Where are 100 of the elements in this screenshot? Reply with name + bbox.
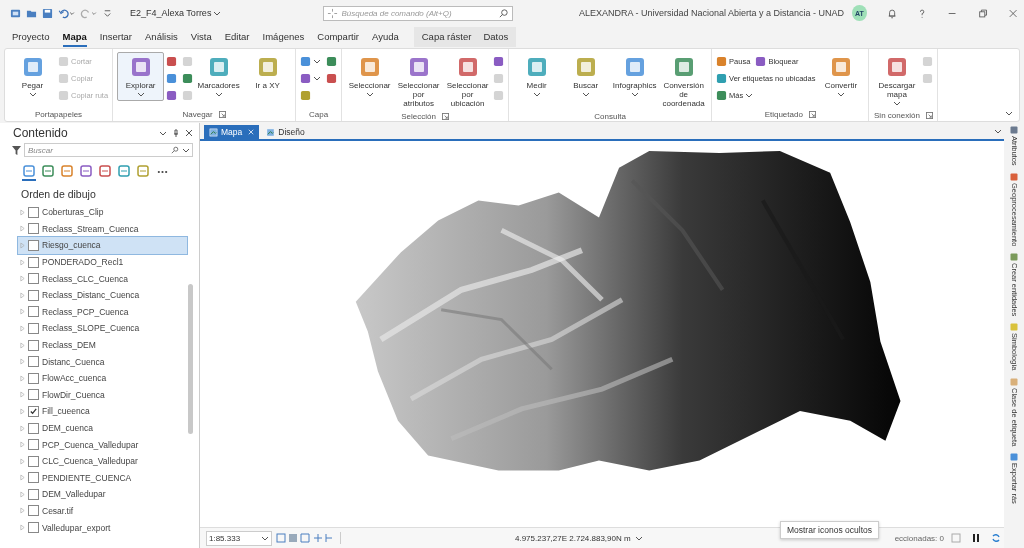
checkbox[interactable]: [28, 206, 39, 218]
caret-icon[interactable]: [159, 129, 167, 137]
checkbox[interactable]: [28, 522, 39, 534]
checkbox[interactable]: [28, 488, 39, 500]
layer-item[interactable]: Distanc_Cuenca: [18, 353, 187, 370]
checkbox[interactable]: [28, 240, 39, 251]
ribbon-tab[interactable]: Editar: [224, 27, 250, 47]
checkbox[interactable]: [28, 372, 39, 384]
ribbon-button[interactable]: Seleccionar: [346, 52, 394, 102]
tool-button[interactable]: [326, 54, 338, 68]
ribbon-button[interactable]: Marcadores: [195, 52, 243, 102]
layer-item[interactable]: DEM_cuenca: [18, 419, 187, 437]
layer-item[interactable]: PONDERADO_Recl1: [18, 253, 187, 271]
layer-item[interactable]: FlowDir_Cuenca: [18, 386, 187, 404]
ribbon-button[interactable]: Seleccionar por atributos: [395, 52, 443, 112]
contextual-tab[interactable]: Capa ráster: [421, 27, 472, 47]
layer-item[interactable]: Valledupar_export: [18, 519, 187, 536]
ribbon-tab[interactable]: Mapa: [62, 27, 87, 47]
ribbon-button[interactable]: Descargar mapa: [873, 52, 921, 111]
layer-item[interactable]: Reclass_PCP_Cuenca: [18, 303, 187, 321]
ribbon-button[interactable]: Pegar: [9, 52, 56, 102]
checkbox[interactable]: [28, 322, 39, 334]
expand-icon[interactable]: [20, 507, 25, 515]
pin-icon[interactable]: [172, 129, 180, 137]
layer-item[interactable]: Reclass_Distanc_Cuenca: [18, 286, 187, 304]
ribbon-tab[interactable]: Proyecto: [12, 27, 50, 47]
checkbox[interactable]: [28, 223, 39, 235]
checkbox[interactable]: [28, 339, 39, 351]
ribbon-button[interactable]: Infographics: [611, 52, 659, 102]
layer-item[interactable]: PCP_Cuenca_Valledupar: [18, 436, 187, 453]
checkbox[interactable]: [28, 356, 39, 368]
checkbox[interactable]: [28, 422, 39, 434]
layer-item[interactable]: Reclass_CLC_Cuenca: [18, 270, 187, 287]
ribbon-tab[interactable]: Análisis: [145, 27, 178, 47]
contextual-tab[interactable]: Datos: [483, 27, 509, 47]
scale-field[interactable]: 1:85.333: [206, 530, 272, 546]
tool-button[interactable]: [300, 71, 322, 85]
collapse-icon[interactable]: [1005, 109, 1013, 117]
pause-icon[interactable]: [971, 533, 981, 543]
layer-item[interactable]: Reclass_DEM: [18, 336, 187, 354]
ribbon-tab[interactable]: Vista: [190, 27, 212, 47]
checkbox[interactable]: [28, 289, 39, 301]
caret-icon[interactable]: [634, 534, 643, 542]
expand-icon[interactable]: [20, 341, 25, 349]
customize-icon[interactable]: [102, 7, 113, 19]
caret-icon[interactable]: [994, 127, 1002, 135]
checkbox[interactable]: [28, 389, 39, 401]
checkbox[interactable]: [28, 505, 39, 517]
ribbon-button[interactable]: Explorar: [117, 52, 165, 102]
search-field[interactable]: Buscar: [24, 143, 193, 157]
ribbon-tab[interactable]: Ayuda: [372, 27, 399, 47]
ribbon-button[interactable]: Convertir: [817, 52, 865, 102]
layer-item[interactable]: PENDIENTE_CUENCA: [18, 469, 187, 487]
document-tab[interactable]: Diseño: [261, 125, 310, 139]
ribbon-tab[interactable]: Compartir: [317, 27, 359, 47]
app-icon[interactable]: [10, 7, 21, 19]
checkbox[interactable]: [28, 273, 39, 285]
layer-item[interactable]: Fill_cueenca: [18, 403, 187, 420]
more-icon[interactable]: [157, 170, 168, 174]
ribbon-button[interactable]: Seleccionar por ubicación: [444, 52, 492, 112]
layer-item[interactable]: Reclass_SLOPE_Cuenca: [18, 320, 187, 337]
ribbon-button[interactable]: Conversión de coordenada: [660, 52, 708, 112]
tool-button[interactable]: [493, 54, 505, 68]
layer-item[interactable]: Coberturas_Clip: [18, 204, 187, 221]
refresh-icon[interactable]: [991, 533, 1001, 543]
command-search-field[interactable]: Búsqueda de comando (Alt+Q): [322, 5, 513, 21]
search-icon[interactable]: [171, 146, 179, 154]
checkbox[interactable]: [28, 306, 39, 318]
redo-icon[interactable]: [80, 7, 97, 19]
tool-button[interactable]: [166, 71, 178, 85]
checkbox[interactable]: [28, 439, 39, 451]
undo-icon[interactable]: [58, 7, 75, 19]
checkbox[interactable]: [28, 455, 39, 467]
toolbar-icons-drawing[interactable]: [276, 532, 341, 544]
checkbox[interactable]: [28, 472, 39, 484]
layer-item[interactable]: Reclass_Stream_Cuenca: [18, 220, 187, 238]
ribbon-button[interactable]: Medir: [513, 52, 561, 102]
expand-icon[interactable]: [20, 258, 25, 266]
layer-item[interactable]: Cesar.tif: [18, 502, 187, 520]
tool-button[interactable]: [166, 88, 178, 102]
tool-button[interactable]: [182, 71, 194, 85]
checkbox[interactable]: [28, 256, 39, 268]
launcher-icon[interactable]: [218, 111, 226, 118]
tool-button[interactable]: [300, 54, 322, 68]
notification-icon[interactable]: [886, 7, 898, 19]
search-icon[interactable]: [497, 7, 509, 19]
layer-item[interactable]: FlowAcc_cuenca: [18, 369, 187, 387]
tool-button[interactable]: [300, 88, 312, 102]
expand-icon[interactable]: [20, 208, 25, 216]
launcher-icon[interactable]: [441, 112, 449, 120]
ribbon-tab[interactable]: Imágenes: [262, 27, 305, 47]
checkbox[interactable]: [28, 405, 39, 417]
launcher-icon[interactable]: [925, 112, 933, 120]
project-menu[interactable]: E2_F4_Alexa Torres: [130, 8, 222, 18]
tool-button[interactable]: [166, 54, 178, 68]
expand-icon[interactable]: [20, 225, 25, 233]
launcher-icon[interactable]: [808, 111, 816, 118]
view-tab[interactable]: [22, 163, 36, 181]
ribbon-button[interactable]: Ir a XY: [244, 52, 292, 94]
layer-item[interactable]: DEM_Valledupar: [18, 486, 187, 503]
